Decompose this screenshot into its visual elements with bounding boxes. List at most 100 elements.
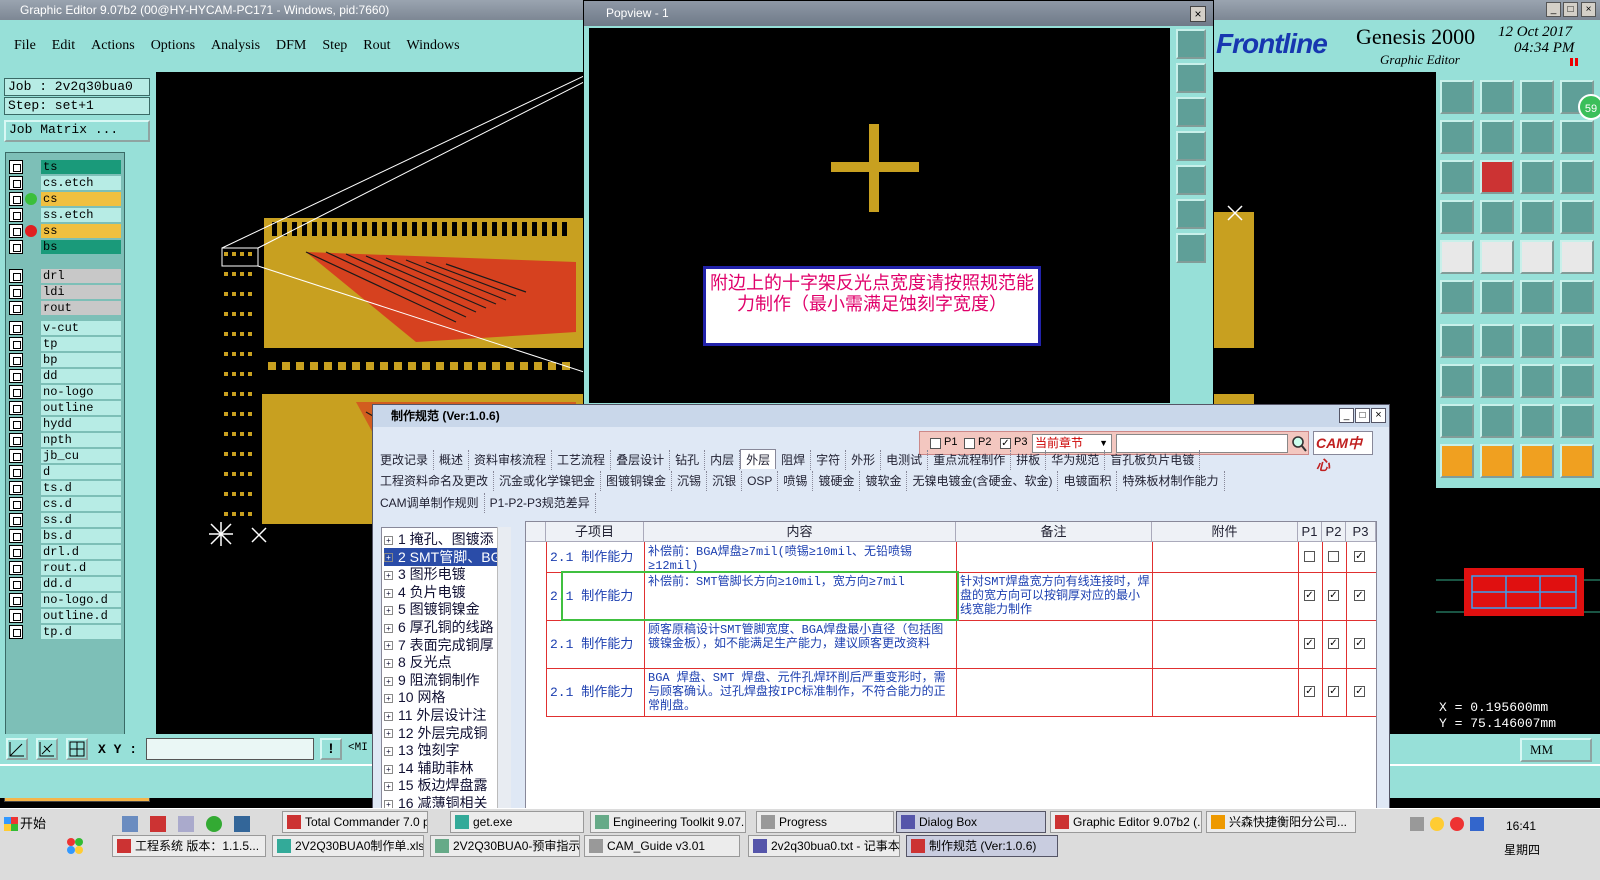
taskbar-button[interactable]: Engineering Toolkit 9.07... <box>590 811 746 833</box>
layer-checkbox[interactable] <box>9 401 23 415</box>
layer-tool-icon[interactable] <box>1560 200 1594 234</box>
taskbar-button[interactable]: 制作规范 (Ver:1.0.6) <box>906 835 1058 857</box>
layer-checkbox[interactable] <box>9 269 23 283</box>
ruler-tool-icon[interactable] <box>1520 240 1554 274</box>
mirror-tool-icon[interactable] <box>1560 280 1594 314</box>
dialog-titlebar[interactable]: 制作规范 (Ver:1.0.6) <box>373 405 1389 427</box>
menu-edit[interactable]: Edit <box>52 38 75 54</box>
expand-icon[interactable]: + <box>384 694 393 704</box>
layer-checkbox[interactable] <box>9 609 23 623</box>
tab-tabs_row1-12[interactable]: 重点流程制作 <box>928 450 1012 470</box>
layer-checkbox[interactable] <box>9 192 23 206</box>
taskbar-button[interactable]: Total Commander 7.0 p... <box>282 811 428 833</box>
layer-row-no-logo.d[interactable]: no-logo.d <box>9 593 121 607</box>
tree-item[interactable]: +6 厚孔铜的线路 <box>384 618 494 636</box>
layer-row-drl[interactable]: drl <box>9 269 121 283</box>
taskbar-button[interactable]: Graphic Editor 9.07b2 (... <box>1050 811 1202 833</box>
tab-tabs_row2-11[interactable]: 特殊板材制作能力 <box>1117 471 1225 491</box>
layer-name[interactable]: outline.d <box>41 609 121 623</box>
taskbar-button[interactable]: get.exe <box>450 811 584 833</box>
pan-left-tool-icon[interactable] <box>1440 120 1474 154</box>
layer-checkbox[interactable] <box>9 160 23 174</box>
connect-tool-icon[interactable] <box>1440 280 1474 314</box>
menu-file[interactable]: File <box>14 38 36 54</box>
tab-tabs_row1-2[interactable]: 资料审核流程 <box>469 450 553 470</box>
expand-icon[interactable]: + <box>384 782 393 792</box>
table-header-note[interactable]: 备注 <box>956 522 1152 542</box>
expand-icon[interactable]: + <box>384 553 393 563</box>
tree-scrollbar[interactable] <box>497 527 511 825</box>
layer-name[interactable]: cs.d <box>41 497 121 511</box>
layer-name[interactable]: jb_cu <box>41 449 121 463</box>
layer-checkbox[interactable] <box>9 513 23 527</box>
stretch-tool-icon[interactable] <box>1440 160 1474 194</box>
taskbar-button[interactable]: 工程系统 版本：1.1.5... <box>112 835 266 857</box>
tab-tabs_row2-7[interactable]: 镀硬金 <box>813 471 861 491</box>
snap-tool-icon[interactable] <box>1520 120 1554 154</box>
taskbar-button[interactable]: Progress <box>756 811 894 833</box>
redraw-tool-icon[interactable] <box>1560 120 1594 154</box>
layer-name[interactable]: ts <box>41 160 121 174</box>
flip-tool-icon[interactable] <box>1560 324 1594 358</box>
trace-tool-icon[interactable] <box>1480 364 1514 398</box>
layer-name[interactable]: bp <box>41 353 121 367</box>
taskbar-button[interactable]: 2v2q30bua0.txt - 记事本 <box>748 835 900 857</box>
cut-tool-icon[interactable] <box>1480 280 1514 314</box>
lasso-tool-icon[interactable] <box>1520 444 1554 478</box>
tree-item[interactable]: +4 负片电镀 <box>384 583 466 601</box>
tab-tabs_row2-5[interactable]: OSP <box>742 471 779 491</box>
p2-checkbox[interactable]: ✓ <box>1328 686 1339 697</box>
layer-row-hydd[interactable]: hydd <box>9 417 121 431</box>
history-tool-icon[interactable] <box>1560 160 1594 194</box>
table-header-content[interactable]: 内容 <box>644 522 956 542</box>
arc-a-tool-icon[interactable] <box>1480 404 1514 438</box>
expand-icon[interactable]: + <box>384 606 393 616</box>
popview-home-icon[interactable] <box>1176 97 1206 127</box>
tray-security-icon[interactable] <box>1450 817 1464 831</box>
probe-tool-icon[interactable] <box>1480 200 1514 234</box>
layer-name[interactable]: ss.etch <box>41 208 121 222</box>
tab-tabs_row2-4[interactable]: 沉银 <box>707 471 743 491</box>
layer-name[interactable]: npth <box>41 433 121 447</box>
tree-item[interactable]: +10 网格 <box>384 688 445 706</box>
layer-name[interactable]: bs.d <box>41 529 121 543</box>
p3-checkbox[interactable]: ✓ <box>1354 638 1365 649</box>
tab-tabs_row1-0[interactable]: 更改记录 <box>375 450 435 470</box>
layer-row-outline[interactable]: outline <box>9 401 121 415</box>
board-preview[interactable] <box>1436 488 1600 702</box>
p1-filter-checkbox[interactable] <box>930 438 941 449</box>
layer-checkbox[interactable] <box>9 240 23 254</box>
layer-checkbox[interactable] <box>9 176 23 190</box>
layer-name[interactable]: drl <box>41 269 121 283</box>
close-button[interactable]: × <box>1581 2 1596 17</box>
layer-name[interactable]: cs.etch <box>41 176 121 190</box>
angle-tool-icon[interactable] <box>1440 324 1474 358</box>
layer-name[interactable]: dd.d <box>41 577 121 591</box>
popview-zoom-in-icon[interactable] <box>1176 29 1206 59</box>
layer-row-dd.d[interactable]: dd.d <box>9 577 121 591</box>
p1-checkbox[interactable]: ✓ <box>1304 638 1315 649</box>
zoom-out-tool-icon[interactable] <box>1480 80 1514 114</box>
expand-icon[interactable]: + <box>384 641 393 651</box>
layer-row-cs.d[interactable]: cs.d <box>9 497 121 511</box>
expand-icon[interactable]: + <box>384 711 393 721</box>
tab-tabs_row2-3[interactable]: 沉锡 <box>672 471 708 491</box>
popview-import-icon[interactable] <box>1176 131 1206 161</box>
tab-tabs_row1-4[interactable]: 叠层设计 <box>611 450 671 470</box>
multi-select-tool-icon[interactable] <box>1560 444 1594 478</box>
layer-name[interactable]: dd <box>41 369 121 383</box>
menu-analysis[interactable]: Analysis <box>211 38 260 54</box>
tab-tabs_row2-8[interactable]: 镀软金 <box>860 471 908 491</box>
search-icon[interactable] <box>1290 434 1308 453</box>
layer-name[interactable]: cs <box>41 192 121 206</box>
layer-checkbox[interactable] <box>9 561 23 575</box>
taskbar-button[interactable]: Dialog Box <box>896 811 1046 833</box>
layer-checkbox[interactable] <box>9 465 23 479</box>
layer-checkbox[interactable] <box>9 545 23 559</box>
triangle-tool-icon[interactable] <box>1440 404 1474 438</box>
tab-tabs_row1-1[interactable]: 概述 <box>434 450 470 470</box>
tab-tabs_row1-10[interactable]: 外形 <box>846 450 882 470</box>
tab-tabs_row1-5[interactable]: 钻孔 <box>670 450 706 470</box>
home-view-tool-icon[interactable] <box>1520 80 1554 114</box>
table-row[interactable]: 2.1 制作能力 顾客原稿设计SMT管脚宽度、BGA焊盘最小直径（包括图镀镍金板）… <box>526 620 1378 668</box>
